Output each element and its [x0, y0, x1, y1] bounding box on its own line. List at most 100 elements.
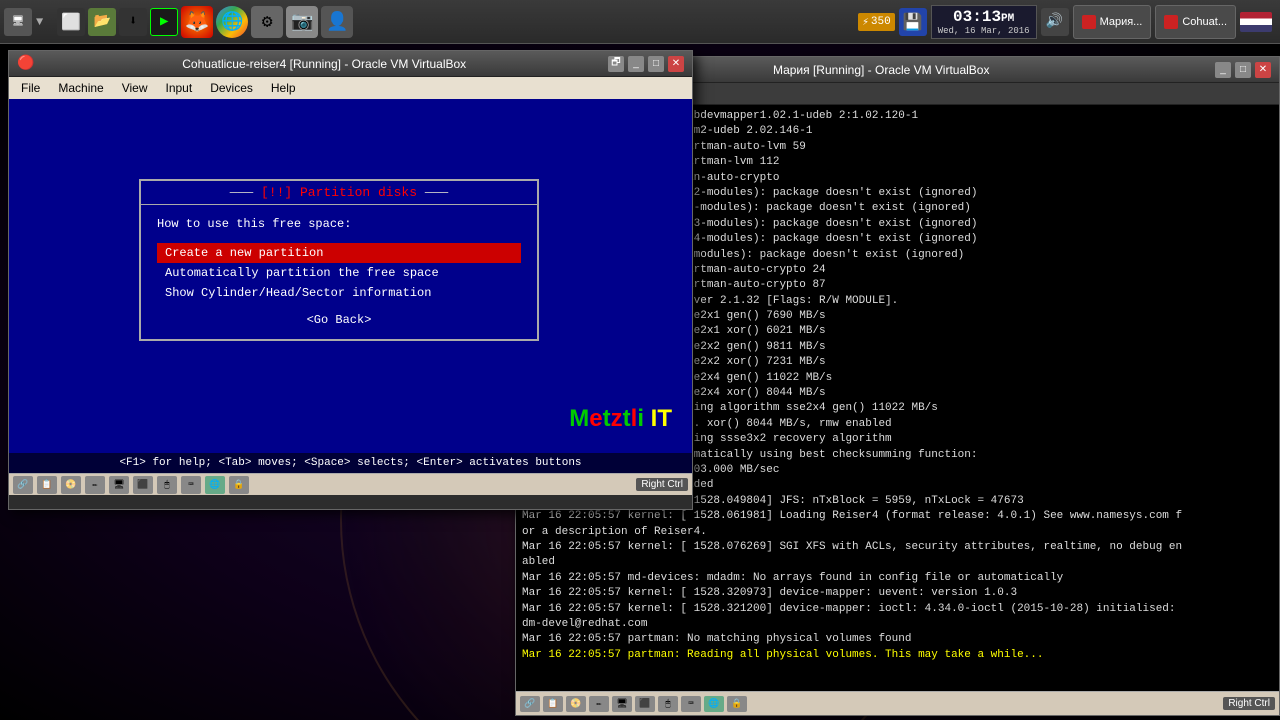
- dialog-option-2[interactable]: Show Cylinder/Head/Sector information: [157, 283, 521, 303]
- maria-btn-label: Мария...: [1100, 16, 1143, 28]
- terminal-line-28: Mar 16 22:05:57 kernel: [ 1528.076269] S…: [522, 540, 1273, 555]
- maria-status-icon-10[interactable]: 🔒: [727, 696, 747, 712]
- speed-indicator: ⚡ 350: [858, 13, 894, 31]
- dialog-option-0[interactable]: Create a new partition: [157, 243, 521, 263]
- cohuatlicue-menubar: File Machine View Input Devices Help: [9, 77, 692, 99]
- window-manager-icon[interactable]: ⬜: [57, 8, 85, 36]
- cohuat-task-btn[interactable]: Cohuat...: [1155, 5, 1236, 39]
- dialog-title-bracket-open: ———: [230, 185, 261, 200]
- maria-window-controls: _ □ ✕: [1215, 62, 1271, 78]
- taskbar: 🖥 ▼ ⬜ 📂 ⬇ ▶ 🦊 🌐 ⚙ 📷 👤 ⚡ 350 💾 03:13PM We…: [0, 0, 1280, 44]
- maria-maximize-btn[interactable]: □: [1235, 62, 1251, 78]
- maria-status-icon-6[interactable]: ⬛: [635, 696, 655, 712]
- dialog-title-text: [!!] Partition disks: [261, 185, 417, 200]
- download-icon[interactable]: ⬇: [119, 8, 147, 36]
- status-icon-keyboard[interactable]: ⌨: [181, 476, 201, 494]
- cohuat-btn-label: Cohuat...: [1182, 16, 1227, 28]
- watermark-e: e: [589, 405, 602, 432]
- chrome-icon[interactable]: 🌐: [216, 6, 248, 38]
- cohuatlicue-minimize-btn[interactable]: _: [628, 56, 644, 72]
- clock-date: Wed, 16 Mar, 2016: [938, 26, 1030, 36]
- speed-value: 350: [871, 16, 891, 28]
- settings-icon[interactable]: ⚙: [251, 6, 283, 38]
- maria-task-btn[interactable]: Мария...: [1073, 5, 1152, 39]
- status-icon-capture[interactable]: 🔗: [13, 476, 33, 494]
- dialog-option-1[interactable]: Automatically partition the free space: [157, 263, 521, 283]
- menu-help[interactable]: Help: [263, 79, 304, 97]
- watermark-m: M: [569, 405, 589, 432]
- status-icon-display[interactable]: 🖥: [109, 476, 129, 494]
- maria-status-icon-9[interactable]: 🌐: [704, 696, 724, 712]
- maria-status-icon-3[interactable]: 📀: [566, 696, 586, 712]
- menu-input[interactable]: Input: [158, 79, 201, 97]
- menu-view[interactable]: View: [114, 79, 156, 97]
- partition-dialog: ——— [!!] Partition disks ——— How to use …: [139, 179, 539, 341]
- terminal-line-32: Mar 16 22:05:57 kernel: [ 1528.321200] d…: [522, 602, 1273, 617]
- menu-devices[interactable]: Devices: [202, 79, 261, 97]
- audio-icon[interactable]: 🔊: [1041, 8, 1069, 36]
- watermark-i: i: [637, 405, 644, 432]
- terminal-cursor: Mar 16 22:05:57 partman: Reading all phy…: [522, 648, 1273, 663]
- cohuatlicue-maximize-btn[interactable]: □: [648, 56, 664, 72]
- storage-icon[interactable]: 💾: [899, 8, 927, 36]
- status-icon-network[interactable]: 🌐: [205, 476, 225, 494]
- maria-status-icon-8[interactable]: ⌨: [681, 696, 701, 712]
- terminal-line-29: abled: [522, 555, 1273, 570]
- firefox-icon[interactable]: 🦊: [181, 6, 213, 38]
- cohuatlicue-vm-screen[interactable]: ——— [!!] Partition disks ——— How to use …: [9, 99, 692, 473]
- cohuatlicue-titlebar-icon: 🔴: [17, 55, 34, 72]
- maria-close-btn[interactable]: ✕: [1255, 62, 1271, 78]
- status-icon-usb[interactable]: ⬛: [133, 476, 153, 494]
- taskbar-expand-arrow[interactable]: ▼: [34, 15, 45, 29]
- taskbar-right: ⚡ 350 💾 03:13PM Wed, 16 Mar, 2016 🔊 Мари…: [850, 5, 1280, 39]
- maria-minimize-btn[interactable]: _: [1215, 62, 1231, 78]
- terminal-line-31: Mar 16 22:05:57 kernel: [ 1528.320973] d…: [522, 586, 1273, 601]
- terminal-line-30: Mar 16 22:05:57 md-devices: mdadm: No ar…: [522, 571, 1273, 586]
- dialog-title-bracket-close: ———: [417, 185, 448, 200]
- status-icon-disk[interactable]: 📀: [61, 476, 81, 494]
- cohuat-btn-icon: [1164, 15, 1178, 29]
- cohuatlicue-close-btn[interactable]: ✕: [668, 56, 684, 72]
- dialog-body: How to use this free space: Create a new…: [141, 205, 537, 339]
- maria-status-icon-7[interactable]: 🖱: [658, 696, 678, 712]
- menu-file[interactable]: File: [13, 79, 48, 97]
- menu-machine[interactable]: Machine: [50, 79, 111, 97]
- dialog-back-button[interactable]: <Go Back>: [157, 313, 521, 327]
- cohuatlicue-titlebar: 🔴 Cohuatlicue-reiser4 [Running] - Oracle…: [9, 51, 692, 77]
- watermark-t2: t: [623, 405, 631, 432]
- speed-icon: ⚡: [862, 15, 869, 29]
- status-icon-edit[interactable]: ✏: [85, 476, 105, 494]
- user-icon[interactable]: 👤: [321, 6, 353, 38]
- key-hints: <F1> for help; <Tab> moves; <Space> sele…: [9, 453, 692, 473]
- maria-status-icon-2[interactable]: 📋: [543, 696, 563, 712]
- photo-icon[interactable]: 📷: [286, 6, 318, 38]
- terminal-line-27: or a description of Reiser4.: [522, 525, 1273, 540]
- clock-time: 03:13PM: [938, 8, 1030, 26]
- watermark-space: [644, 405, 651, 432]
- maria-status-icon-1[interactable]: 🔗: [520, 696, 540, 712]
- terminal-line-26: Mar 16 22:05:57 kernel: [ 1528.061981] L…: [522, 509, 1273, 524]
- maria-statusbar: 🔗 📋 📀 ✏ 🖥 ⬛ 🖱 ⌨ 🌐 🔒 Right Ctrl: [516, 691, 1279, 715]
- maria-status-icon-5[interactable]: 🖥: [612, 696, 632, 712]
- metztli-watermark: Metztli IT: [569, 405, 672, 433]
- dialog-question: How to use this free space:: [157, 217, 521, 231]
- status-icon-mouse[interactable]: 🖱: [157, 476, 177, 494]
- cohuatlicue-virtualbox-window: 🔴 Cohuatlicue-reiser4 [Running] - Oracle…: [8, 50, 693, 510]
- cohuatlicue-collapse-btn[interactable]: 🗗: [608, 56, 624, 72]
- language-flag[interactable]: [1240, 12, 1272, 32]
- terminal-icon[interactable]: ▶: [150, 8, 178, 36]
- maria-status-icons: 🔗 📋 📀 ✏ 🖥 ⬛ 🖱 ⌨ 🌐 🔒: [520, 696, 747, 712]
- status-icon-clipboard[interactable]: 📋: [37, 476, 57, 494]
- status-icon-lock[interactable]: 🔒: [229, 476, 249, 494]
- dialog-title: ——— [!!] Partition disks ———: [141, 181, 537, 205]
- watermark-z: z: [611, 405, 623, 432]
- start-icon[interactable]: 🖥: [4, 8, 32, 36]
- files-icon[interactable]: 📂: [88, 8, 116, 36]
- cohuatlicue-right-ctrl: Right Ctrl: [636, 478, 688, 491]
- cohuatlicue-window-controls: 🗗 _ □ ✕: [608, 56, 684, 72]
- taskbar-apps: ⬜ 📂 ⬇ ▶ 🦊 🌐 ⚙ 📷 👤: [49, 6, 361, 38]
- watermark-t: t: [603, 405, 611, 432]
- taskbar-left: 🖥 ▼: [0, 8, 49, 36]
- maria-status-icon-4[interactable]: ✏: [589, 696, 609, 712]
- maria-right-ctrl: Right Ctrl: [1223, 697, 1275, 710]
